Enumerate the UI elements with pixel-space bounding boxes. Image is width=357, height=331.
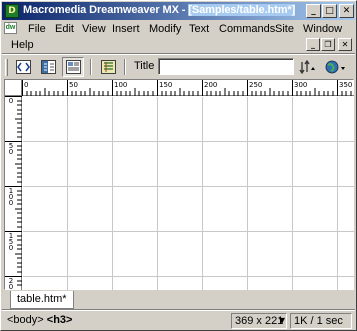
doc-minimize-button[interactable]: _	[306, 38, 320, 51]
ruler-label: 50	[8, 142, 14, 156]
ruler-label: 350	[339, 81, 353, 89]
split-view-button[interactable]	[37, 57, 59, 77]
menu-modify[interactable]: Modify	[147, 22, 183, 37]
ruler-label: 300	[294, 81, 308, 89]
design-view-button[interactable]	[62, 57, 84, 77]
tag-h3[interactable]: <h3>	[47, 314, 73, 326]
window-size-dropdown-icon[interactable]: ▼	[279, 314, 285, 328]
title-bar[interactable]: D Macromedia Dreamweaver MX - [Samples/t…	[2, 2, 355, 20]
doc-close-button[interactable]: ✕	[338, 38, 352, 51]
vertical-ruler[interactable]: 0 50 100 150 200	[5, 96, 22, 297]
menu-commands[interactable]: Commands	[217, 22, 277, 37]
document-title-text: [Samples/table.htm*]	[188, 4, 296, 16]
ruler-label: 200	[204, 81, 218, 89]
ruler-label: 100	[114, 81, 128, 89]
ruler-label: 150	[159, 81, 173, 89]
design-canvas[interactable]	[23, 97, 354, 290]
toolbar-grip[interactable]	[5, 59, 8, 76]
dreamweaver-window: D Macromedia Dreamweaver MX - [Samples/t…	[0, 0, 357, 331]
document-toolbar: Title	[2, 56, 355, 78]
dreamweaver-logo-icon[interactable]: D	[5, 4, 19, 18]
document-tabs: table.htm*	[4, 290, 354, 310]
toolbar-separator	[90, 59, 92, 75]
horizontal-ruler[interactable]: 0 50 100 150 200 250 300 350	[22, 80, 354, 96]
file-management-button[interactable]	[296, 57, 320, 77]
ruler-label: 150	[8, 232, 14, 252]
tab-table-htm[interactable]: table.htm*	[10, 291, 74, 309]
menu-window[interactable]: Window	[301, 22, 344, 37]
code-view-button[interactable]	[12, 57, 34, 77]
app-title-text: Macromedia Dreamweaver MX -	[23, 4, 189, 16]
menu-edit[interactable]: Edit	[53, 22, 76, 37]
menu-text[interactable]: Text	[187, 22, 211, 37]
window-size-value: 369 x 221	[235, 315, 284, 327]
minimize-button[interactable]: _	[306, 4, 321, 18]
toolbar-separator	[124, 59, 126, 75]
menu-insert[interactable]: Insert	[110, 22, 142, 37]
tag-selector: <body> <h3>	[7, 314, 72, 326]
split-view-icon	[41, 60, 56, 74]
maximize-button[interactable]: □	[322, 4, 337, 18]
window-size-field[interactable]: 369 x 221 ▼	[231, 313, 287, 329]
ruler-label: 250	[249, 81, 263, 89]
live-data-icon	[101, 60, 116, 74]
menu-help[interactable]: Help	[9, 38, 36, 53]
ruler-label: 0	[24, 81, 29, 89]
code-view-icon	[16, 60, 31, 74]
design-view-icon	[66, 60, 81, 74]
menu-file[interactable]: File	[26, 22, 48, 37]
menu-divider	[2, 53, 355, 55]
preview-browser-button[interactable]	[322, 57, 350, 77]
menu-site[interactable]: Site	[273, 22, 296, 37]
menu-bar: File Edit View Insert Modify Text Comman…	[2, 21, 355, 53]
download-time-field: 1K / 1 sec	[290, 313, 352, 329]
page-title-input[interactable]	[158, 58, 294, 75]
document-pane: 0 50 100 150 200 250 300 350 0 50 100 15…	[4, 79, 354, 297]
ruler-label: 50	[69, 81, 78, 89]
status-bar: <body> <h3> 369 x 221 ▼ 1K / 1 sec	[2, 311, 355, 330]
title-label: Title	[134, 60, 155, 72]
close-button[interactable]: ✕	[339, 4, 354, 18]
globe-icon	[325, 60, 345, 74]
menu-view[interactable]: View	[80, 22, 108, 37]
ruler-origin[interactable]	[5, 80, 22, 96]
window-title: Macromedia Dreamweaver MX - [Samples/tab…	[23, 4, 295, 16]
file-management-icon	[299, 60, 315, 75]
doc-restore-button[interactable]: ❐	[321, 38, 335, 51]
ruler-label: 0	[8, 97, 14, 105]
tag-body[interactable]: <body>	[7, 314, 44, 326]
ruler-label: 100	[8, 187, 14, 207]
live-data-button[interactable]	[97, 57, 119, 77]
